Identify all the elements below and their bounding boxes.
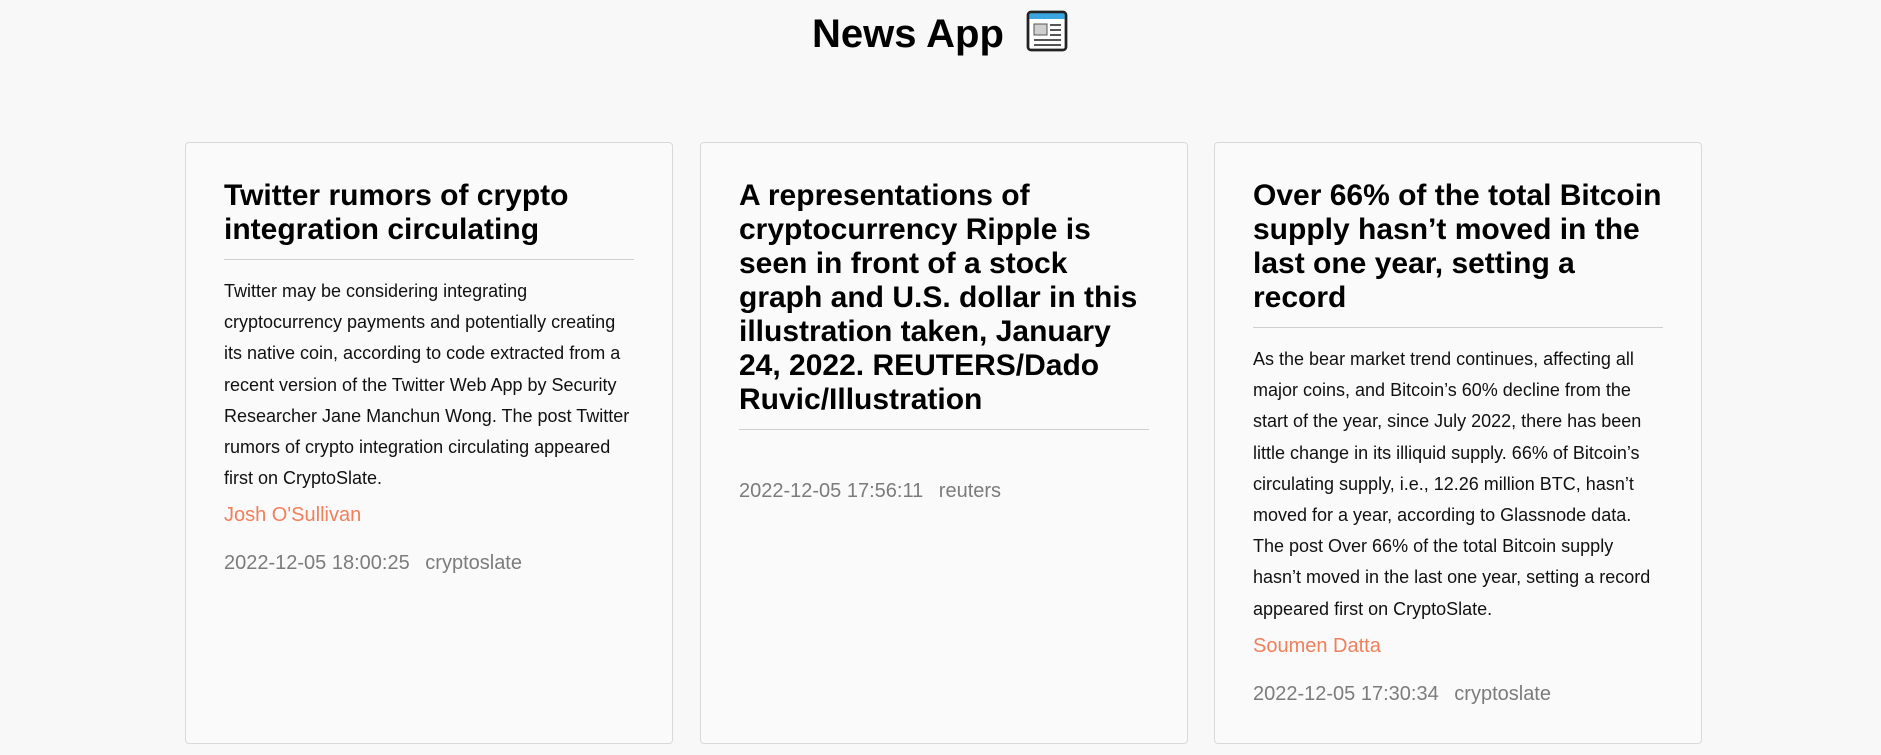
news-card[interactable]: A representations of cryptocurrency Ripp… [700, 142, 1188, 744]
news-card-meta: 2022-12-05 17:56:11 reuters [739, 476, 1149, 506]
news-card-title[interactable]: Twitter rumors of crypto integration cir… [224, 179, 634, 260]
news-card-author: Josh O'Sullivan [224, 504, 362, 527]
app-title: News App [0, 8, 1881, 60]
news-card-meta: 2022-12-05 17:30:34 cryptoslate [1253, 679, 1663, 709]
news-card-description: As the bear market trend continues, affe… [1253, 349, 1651, 619]
news-card-author: Soumen Datta [1253, 634, 1381, 657]
news-card-date: 2022-12-05 17:56:11 [739, 480, 924, 502]
news-card-meta: 2022-12-05 18:00:25 cryptoslate [224, 548, 634, 578]
newspaper-icon [1025, 9, 1069, 53]
news-card-source: cryptoslate [425, 552, 522, 575]
news-card-date: 2022-12-05 18:00:25 [224, 552, 410, 575]
news-card-source: reuters [938, 480, 1002, 502]
news-card-title[interactable]: Over 66% of the total Bitcoin supply has… [1253, 179, 1663, 328]
news-card-description: Twitter may be considering integrating c… [224, 281, 630, 489]
news-card-title[interactable]: A representations of cryptocurrency Ripp… [739, 179, 1149, 430]
news-card-date: 2022-12-05 17:30:34 [1253, 682, 1439, 705]
app-title-text: News App [812, 12, 1004, 56]
news-card[interactable]: Over 66% of the total Bitcoin supply has… [1214, 142, 1702, 744]
news-card[interactable]: Twitter rumors of crypto integration cir… [185, 142, 673, 744]
news-card-source: cryptoslate [1454, 682, 1551, 705]
